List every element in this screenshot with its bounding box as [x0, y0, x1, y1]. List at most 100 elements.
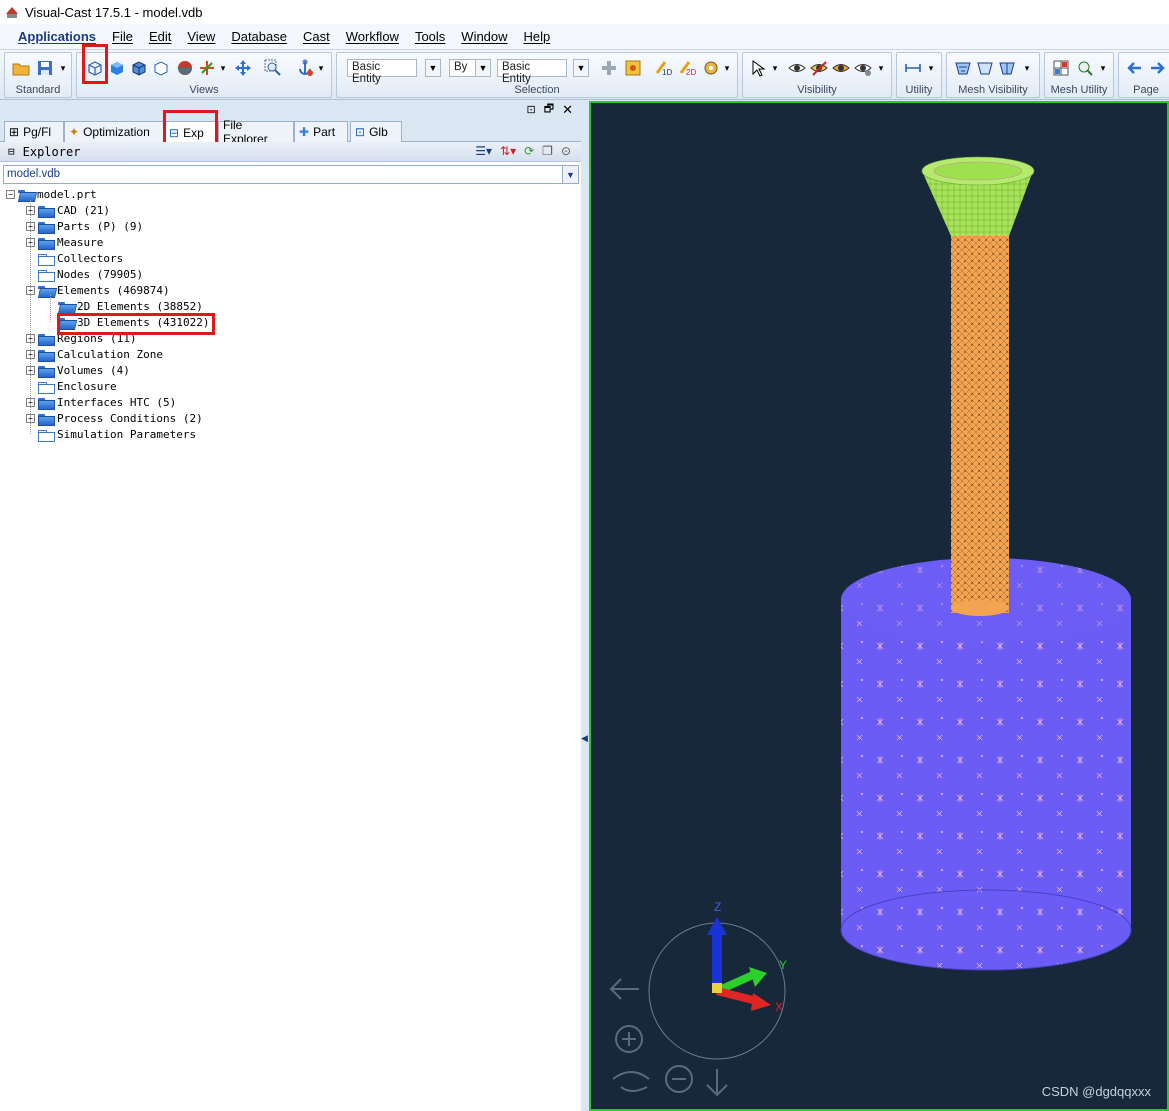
tree-node[interactable]: Collectors	[26, 250, 123, 266]
tree-node[interactable]: Nodes (79905)	[26, 266, 143, 282]
pick-config-icon[interactable]	[623, 58, 643, 78]
chevron-down-icon[interactable]: ▼	[425, 59, 441, 77]
chevron-down-icon[interactable]: ▼	[573, 59, 589, 77]
close-icon[interactable]: ✕	[562, 102, 573, 118]
global-icon: ⊡	[355, 125, 366, 139]
anchor-icon[interactable]	[295, 58, 315, 78]
tree-node[interactable]: + Process Conditions (2)	[26, 410, 203, 426]
tree-node[interactable]: + Volumes (4)	[26, 362, 130, 378]
panel-splitter[interactable]: ◀	[581, 101, 589, 1111]
database-select[interactable]: model.vdb ▼	[3, 165, 579, 184]
menu-view[interactable]: View	[179, 29, 223, 44]
pointer-select-icon[interactable]	[749, 58, 769, 78]
show-eye-icon[interactable]	[787, 58, 807, 78]
open-folder-icon[interactable]	[11, 58, 31, 78]
arrow-left-icon[interactable]	[1125, 58, 1145, 78]
zoom-window-icon[interactable]	[263, 58, 283, 78]
chevron-down-icon[interactable]: ▾	[875, 58, 887, 78]
tree-node[interactable]: + Measure	[26, 234, 103, 250]
chevron-down-icon[interactable]: ▾	[925, 58, 937, 78]
chevron-down-icon[interactable]: ▾	[769, 58, 781, 78]
sprue-part[interactable]	[951, 233, 1009, 616]
funnel-part[interactable]	[921, 156, 1035, 236]
pick-settings-icon[interactable]	[701, 58, 721, 78]
mesh-show-icon[interactable]	[953, 58, 973, 78]
mesh-check-icon[interactable]	[1075, 58, 1095, 78]
collapse-arrow-icon[interactable]: ◀	[581, 733, 588, 744]
tab-optimization[interactable]: ✦ Optimization	[64, 121, 164, 142]
shaded-edges-view-icon[interactable]	[129, 58, 149, 78]
menu-workflow[interactable]: Workflow	[338, 29, 407, 44]
add-selection-icon[interactable]	[599, 58, 619, 78]
tree-node-label: Enclosure	[57, 379, 117, 393]
folder-icon	[38, 237, 55, 250]
measure-icon[interactable]	[903, 58, 923, 78]
float-window-icon[interactable]: 🗗	[544, 100, 554, 119]
sort-icon[interactable]: ⇅▾	[500, 144, 516, 158]
visibility-settings-icon[interactable]	[853, 58, 873, 78]
reverse-visibility-icon[interactable]	[831, 58, 851, 78]
tree-node[interactable]: + Parts (P) (9)	[26, 218, 143, 234]
tree-node[interactable]: 2D Elements (38852)	[46, 298, 203, 314]
tree-node[interactable]: − model.prt	[6, 186, 97, 202]
pan-move-icon[interactable]	[233, 58, 253, 78]
tree-node[interactable]: + Calculation Zone	[26, 346, 163, 362]
chevron-down-icon[interactable]: ▾	[315, 58, 327, 78]
menu-database[interactable]: Database	[223, 29, 295, 44]
chevron-down-icon[interactable]: ▾	[57, 58, 69, 78]
axis-transform-icon[interactable]	[197, 58, 217, 78]
tree-node[interactable]: Enclosure	[26, 378, 117, 394]
3d-viewport[interactable]: Z Y X CSDN @dgdqqxxx	[589, 101, 1169, 1111]
tree-node[interactable]: + CAD (21)	[26, 202, 110, 218]
chevron-down-icon[interactable]: ▼	[475, 59, 491, 77]
tree-node-label: Collectors	[57, 251, 124, 265]
shaded-view-icon[interactable]	[107, 58, 127, 78]
chevron-down-icon[interactable]: ▾	[1097, 58, 1109, 78]
toolbar-group-label: Mesh Visibility	[958, 84, 1028, 96]
mesh-hide-icon[interactable]	[975, 58, 995, 78]
tree-node[interactable]: + Interfaces HTC (5)	[26, 394, 176, 410]
watermark: CSDN @dgdqqxxx	[1041, 1084, 1151, 1099]
tab-file-explorer[interactable]: File Explorer	[218, 118, 294, 146]
copy-icon[interactable]: ❐	[542, 144, 553, 158]
navigation-controls[interactable]	[609, 978, 728, 1097]
tab-part[interactable]: ✚ Part	[294, 121, 348, 142]
arrow-right-icon[interactable]	[1147, 58, 1167, 78]
hide-eye-icon[interactable]	[809, 58, 829, 78]
refresh-icon[interactable]: ⟳	[524, 144, 534, 158]
panel-tabs: ⊞ Pg/Fl ✦ Optimization ⊟ Exp File Explorer …	[0, 110, 583, 148]
menu-file[interactable]: File	[104, 29, 141, 44]
menu-tools[interactable]: Tools	[407, 29, 453, 44]
filter-icon[interactable]: ☰▾	[475, 144, 492, 158]
collapse-icon[interactable]: −	[6, 189, 15, 199]
menu-help[interactable]: Help	[516, 29, 559, 44]
mesh-grid-icon[interactable]	[1051, 58, 1071, 78]
pick-2d-icon[interactable]: 2D	[677, 58, 697, 78]
tab-glb[interactable]: ⊡ Glb	[350, 121, 402, 142]
save-icon[interactable]	[35, 58, 55, 78]
menu-applications[interactable]: Applications	[10, 29, 104, 44]
menu-window[interactable]: Window	[453, 29, 515, 44]
tab-pg-fl[interactable]: ⊞ Pg/Fl	[4, 121, 64, 142]
menu-cast[interactable]: Cast	[295, 29, 338, 44]
model-scene[interactable]: Z Y X	[591, 103, 1167, 1109]
cylinder-part[interactable]	[840, 558, 1132, 971]
pin-icon[interactable]: ⊡	[527, 103, 536, 116]
options-icon[interactable]: ⊙	[561, 144, 571, 158]
tree-node[interactable]: − Elements (469874)	[26, 282, 170, 298]
tree-node[interactable]: Simulation Parameters	[26, 426, 196, 442]
menu-edit[interactable]: Edit	[141, 29, 179, 44]
collapse-icon[interactable]: ⊟	[8, 145, 15, 158]
chevron-down-icon[interactable]: ▾	[721, 58, 733, 78]
pick-1d-icon[interactable]: 1D	[653, 58, 673, 78]
selection-type-dropdown[interactable]: Basic Entity	[497, 59, 567, 85]
chevron-down-icon[interactable]: ▾	[1021, 58, 1033, 78]
outline-view-icon[interactable]	[151, 58, 171, 78]
render-sphere-icon[interactable]	[175, 58, 195, 78]
selection-filter-dropdown[interactable]: Basic Entity	[347, 59, 417, 85]
chevron-down-icon[interactable]: ▾	[217, 58, 229, 78]
axis-z-label: Z	[714, 900, 721, 914]
selection-by-dropdown[interactable]: By	[449, 59, 477, 77]
chevron-down-icon[interactable]: ▼	[562, 166, 578, 183]
mesh-elements-icon[interactable]	[997, 58, 1017, 78]
